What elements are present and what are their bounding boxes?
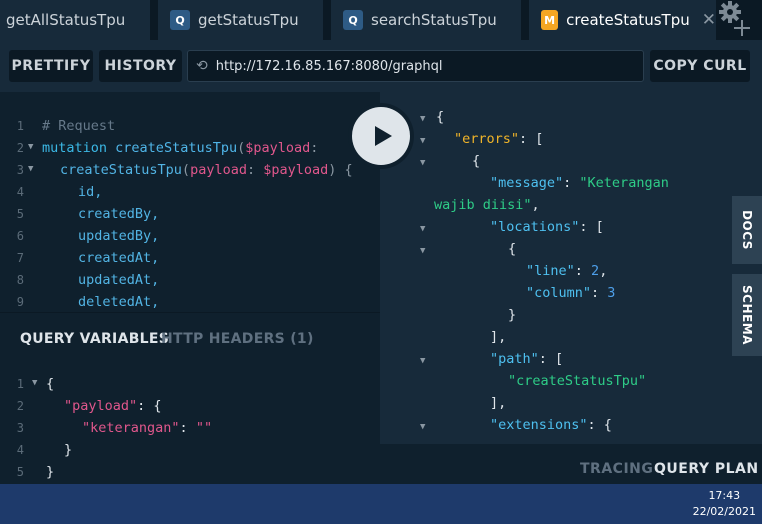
brace: } (508, 307, 517, 323)
line-number: 7 (16, 251, 24, 265)
fold-arrow-icon[interactable]: ▼ (32, 378, 37, 388)
resp-path-value: "createStatusTpu" (508, 373, 647, 389)
query-line-field: createStatusTpu(payload: $payload) { (60, 162, 353, 178)
query-plan-tab[interactable]: QUERY PLAN (654, 461, 759, 477)
line-number: 5 (16, 207, 24, 221)
play-icon (352, 107, 410, 165)
brace: { (46, 376, 55, 392)
line-number: 1 (16, 119, 24, 133)
resp-column: "column": 3 (526, 285, 616, 301)
resp-message-cont: wajib diisi", (434, 197, 540, 213)
toolbar: PRETTIFY HISTORY ⟲ http://172.16.85.167:… (0, 40, 762, 92)
tab-createstatustpu[interactable]: M createStatusTpu ✕ (529, 0, 716, 40)
line-number: 9 (16, 295, 24, 309)
fold-arrow-icon[interactable]: ▼ (420, 114, 425, 124)
query-comment: # Request (42, 118, 116, 134)
resp-path: "path": [ (490, 351, 564, 367)
query-field: updatedAt, (78, 272, 160, 288)
schema-label: SCHEMA (740, 285, 755, 345)
clock-date: 22/02/2021 (692, 505, 756, 518)
query-badge-icon: Q (170, 10, 190, 30)
response-footer: TRACING QUERY PLAN (380, 444, 762, 484)
endpoint-url-field[interactable]: ⟲ http://172.16.85.167:8080/graphql (187, 50, 644, 82)
fold-arrow-icon[interactable]: ▼ (28, 164, 33, 174)
variables-editor[interactable]: 1 2 3 4 5 ▼ { "payload": { "keterangan":… (0, 362, 380, 484)
line-number: 4 (16, 185, 24, 199)
endpoint-url-text: http://172.16.85.167:8080/graphql (215, 58, 443, 74)
query-field: updatedBy, (78, 228, 160, 244)
prettify-button[interactable]: PRETTIFY (9, 50, 93, 82)
line-number: 8 (16, 273, 24, 287)
line-number: 2 (16, 399, 24, 413)
var-line-keterangan: "keterangan": "" (82, 420, 213, 436)
query-editor[interactable]: 1 2 3 4 5 6 7 8 9 ▼ ▼ # Request mutation… (0, 92, 380, 312)
tab-label: getStatusTpu (198, 11, 299, 29)
fold-arrow-icon[interactable]: ▼ (420, 422, 425, 432)
tab-label: getAllStatusTpu (6, 11, 126, 29)
history-button[interactable]: HISTORY (99, 50, 182, 82)
fold-arrow-icon[interactable]: ▼ (420, 158, 425, 168)
resp-line: "line": 2, (526, 263, 608, 279)
brace: { (472, 153, 481, 169)
bracket: ], (490, 395, 507, 411)
refresh-icon[interactable]: ⟲ (196, 58, 208, 74)
response-viewer: ▼ ▼ ▼ ▼ ▼ ▼ ▼ { "errors": [ { "message":… (380, 92, 762, 444)
tracing-tab[interactable]: TRACING (580, 461, 653, 477)
fold-arrow-icon[interactable]: ▼ (420, 356, 425, 366)
line-number: 3 (16, 163, 24, 177)
os-taskbar: 17:43 22/02/2021 (0, 484, 762, 524)
resp-extensions: "extensions": { (490, 417, 612, 433)
line-number: 5 (16, 465, 24, 479)
line-number: 1 (16, 377, 24, 391)
query-field: createdBy, (78, 206, 160, 222)
line-number: 6 (16, 229, 24, 243)
resp-locations: "locations": [ (490, 219, 604, 235)
tab-searchstatustpu[interactable]: Q searchStatusTpu (331, 0, 521, 40)
resp-errors: "errors": [ (454, 131, 544, 147)
execute-query-button[interactable] (348, 103, 414, 169)
clock-time: 17:43 (708, 489, 741, 502)
line-number: 3 (16, 421, 24, 435)
tab-bar-actions (716, 0, 762, 40)
mutation-badge-icon: M (541, 10, 559, 30)
query-field: createdAt, (78, 250, 160, 266)
fold-arrow-icon[interactable]: ▼ (420, 246, 425, 256)
system-clock[interactable]: 17:43 22/02/2021 (693, 488, 756, 520)
tab-query-variables[interactable]: QUERY VARIABLES (20, 331, 169, 347)
line-number: 2 (16, 141, 24, 155)
line-number: 4 (16, 443, 24, 457)
tab-label: searchStatusTpu (371, 11, 497, 29)
tab-label: createStatusTpu (566, 11, 690, 29)
tab-http-headers[interactable]: HTTP HEADERS (1) (161, 331, 314, 347)
fold-arrow-icon[interactable]: ▼ (420, 136, 425, 146)
settings-add-icon[interactable] (716, 0, 762, 40)
copy-curl-button[interactable]: COPY CURL (650, 50, 750, 82)
tab-bar: getAllStatusTpu Q getStatusTpu Q searchS… (0, 0, 762, 40)
close-icon[interactable]: ✕ (702, 10, 716, 30)
query-line-mutation: mutation createStatusTpu($payload: (42, 140, 319, 156)
response-scrollbar[interactable] (742, 92, 748, 444)
tab-getstatustpu[interactable]: Q getStatusTpu (158, 0, 323, 40)
var-line-payload: "payload": { (64, 398, 162, 414)
tab-getallstatustpu[interactable]: getAllStatusTpu (0, 0, 150, 40)
brace: } (64, 442, 73, 458)
resp-message: "message": "Keterangan (490, 175, 669, 191)
query-badge-icon: Q (343, 10, 363, 30)
brace: } (46, 464, 55, 480)
schema-side-tab[interactable]: SCHEMA (732, 274, 762, 356)
fold-arrow-icon[interactable]: ▼ (28, 142, 33, 152)
query-field: id, (78, 184, 103, 200)
variables-panel-header: QUERY VARIABLES HTTP HEADERS (1) (0, 312, 380, 362)
brace: { (436, 109, 445, 125)
docs-label: DOCS (740, 210, 754, 250)
bracket: ], (490, 329, 507, 345)
fold-arrow-icon[interactable]: ▼ (420, 224, 425, 234)
docs-side-tab[interactable]: DOCS (732, 196, 762, 264)
brace: { (508, 241, 517, 257)
query-field: deletedAt, (78, 294, 160, 310)
